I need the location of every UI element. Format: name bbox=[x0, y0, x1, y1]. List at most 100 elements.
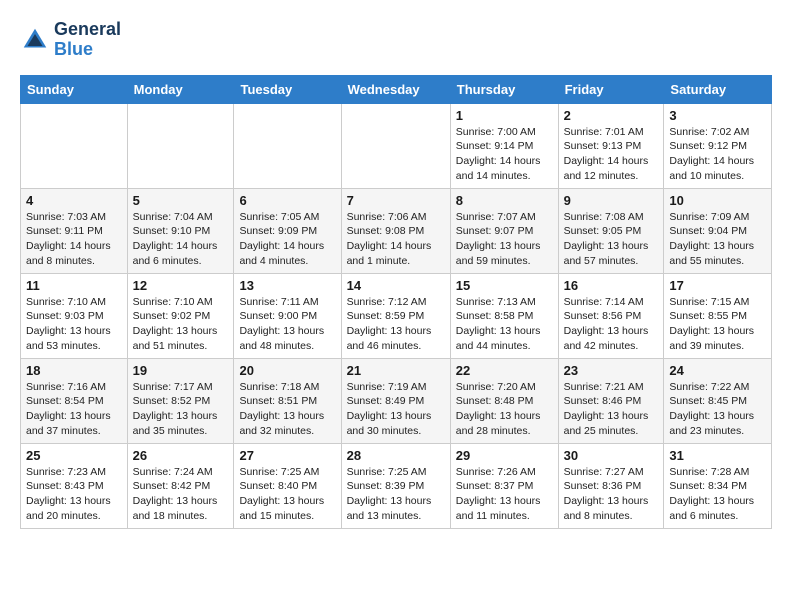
day-number: 24 bbox=[669, 363, 766, 378]
day-number: 15 bbox=[456, 278, 553, 293]
calendar-cell: 7 Sunrise: 7:06 AM Sunset: 9:08 PM Daylig… bbox=[341, 188, 450, 273]
calendar-cell: 24 Sunrise: 7:22 AM Sunset: 8:45 PM Dayli… bbox=[664, 358, 772, 443]
day-info: Sunrise: 7:17 AM Sunset: 8:52 PM Dayligh… bbox=[133, 380, 229, 439]
calendar-cell: 8Sunrise: 7:07 AM Sunset: 9:07 PM Daylig… bbox=[450, 188, 558, 273]
day-info: Sunrise: 7:25 AM Sunset: 8:39 PM Dayligh… bbox=[347, 465, 445, 524]
calendar-cell: 5 Sunrise: 7:04 AM Sunset: 9:10 PM Daylig… bbox=[127, 188, 234, 273]
calendar-cell bbox=[234, 103, 341, 188]
day-info: Sunrise: 7:26 AM Sunset: 8:37 PM Dayligh… bbox=[456, 465, 553, 524]
day-number: 12 bbox=[133, 278, 229, 293]
day-info: Sunrise: 7:01 AM Sunset: 9:13 PM Dayligh… bbox=[564, 125, 659, 184]
weekday-monday: Monday bbox=[127, 75, 234, 103]
day-info: Sunrise: 7:03 AM Sunset: 9:11 PM Dayligh… bbox=[26, 210, 122, 269]
calendar-cell: 18 Sunrise: 7:16 AM Sunset: 8:54 PM Dayli… bbox=[21, 358, 128, 443]
calendar-cell: 29Sunrise: 7:26 AM Sunset: 8:37 PM Dayli… bbox=[450, 443, 558, 528]
day-number: 16 bbox=[564, 278, 659, 293]
calendar-cell: 22 Sunrise: 7:20 AM Sunset: 8:48 PM Dayli… bbox=[450, 358, 558, 443]
day-info: Sunrise: 7:24 AM Sunset: 8:42 PM Dayligh… bbox=[133, 465, 229, 524]
day-info: Sunrise: 7:22 AM Sunset: 8:45 PM Dayligh… bbox=[669, 380, 766, 439]
calendar-cell: 17 Sunrise: 7:15 AM Sunset: 8:55 PM Dayli… bbox=[664, 273, 772, 358]
calendar-cell: 11 Sunrise: 7:10 AM Sunset: 9:03 PM Dayli… bbox=[21, 273, 128, 358]
day-info: Sunrise: 7:13 AM Sunset: 8:58 PM Dayligh… bbox=[456, 295, 553, 354]
calendar-table: SundayMondayTuesdayWednesdayThursdayFrid… bbox=[20, 75, 772, 529]
day-info: Sunrise: 7:09 AM Sunset: 9:04 PM Dayligh… bbox=[669, 210, 766, 269]
calendar-cell: 26 Sunrise: 7:24 AM Sunset: 8:42 PM Dayli… bbox=[127, 443, 234, 528]
day-info: Sunrise: 7:08 AM Sunset: 9:05 PM Dayligh… bbox=[564, 210, 659, 269]
calendar-cell: 30 Sunrise: 7:27 AM Sunset: 8:36 PM Dayli… bbox=[558, 443, 664, 528]
calendar-cell: 12 Sunrise: 7:10 AM Sunset: 9:02 PM Dayli… bbox=[127, 273, 234, 358]
calendar-cell: 23 Sunrise: 7:21 AM Sunset: 8:46 PM Dayli… bbox=[558, 358, 664, 443]
day-number: 13 bbox=[239, 278, 335, 293]
weekday-header-row: SundayMondayTuesdayWednesdayThursdayFrid… bbox=[21, 75, 772, 103]
day-info: Sunrise: 7:23 AM Sunset: 8:43 PM Dayligh… bbox=[26, 465, 122, 524]
day-info: Sunrise: 7:11 AM Sunset: 9:00 PM Dayligh… bbox=[239, 295, 335, 354]
day-number: 6 bbox=[239, 193, 335, 208]
day-number: 5 bbox=[133, 193, 229, 208]
day-info: Sunrise: 7:04 AM Sunset: 9:10 PM Dayligh… bbox=[133, 210, 229, 269]
weekday-thursday: Thursday bbox=[450, 75, 558, 103]
calendar-cell: 27 Sunrise: 7:25 AM Sunset: 8:40 PM Dayli… bbox=[234, 443, 341, 528]
calendar-cell: 31Sunrise: 7:28 AM Sunset: 8:34 PM Dayli… bbox=[664, 443, 772, 528]
day-info: Sunrise: 7:15 AM Sunset: 8:55 PM Dayligh… bbox=[669, 295, 766, 354]
weekday-wednesday: Wednesday bbox=[341, 75, 450, 103]
day-number: 7 bbox=[347, 193, 445, 208]
calendar-cell: 21 Sunrise: 7:19 AM Sunset: 8:49 PM Dayli… bbox=[341, 358, 450, 443]
day-number: 9 bbox=[564, 193, 659, 208]
day-info: Sunrise: 7:28 AM Sunset: 8:34 PM Dayligh… bbox=[669, 465, 766, 524]
logo-icon bbox=[20, 25, 50, 55]
calendar-cell: 16 Sunrise: 7:14 AM Sunset: 8:56 PM Dayli… bbox=[558, 273, 664, 358]
day-info: Sunrise: 7:27 AM Sunset: 8:36 PM Dayligh… bbox=[564, 465, 659, 524]
day-info: Sunrise: 7:10 AM Sunset: 9:03 PM Dayligh… bbox=[26, 295, 122, 354]
day-number: 27 bbox=[239, 448, 335, 463]
logo: General Blue bbox=[20, 20, 121, 60]
day-number: 18 bbox=[26, 363, 122, 378]
day-number: 1 bbox=[456, 108, 553, 123]
day-number: 10 bbox=[669, 193, 766, 208]
logo-text-general: General bbox=[54, 20, 121, 40]
day-info: Sunrise: 7:00 AM Sunset: 9:14 PM Dayligh… bbox=[456, 125, 553, 184]
calendar-cell bbox=[341, 103, 450, 188]
day-info: Sunrise: 7:16 AM Sunset: 8:54 PM Dayligh… bbox=[26, 380, 122, 439]
calendar-cell: 2Sunrise: 7:01 AM Sunset: 9:13 PM Daylig… bbox=[558, 103, 664, 188]
day-info: Sunrise: 7:20 AM Sunset: 8:48 PM Dayligh… bbox=[456, 380, 553, 439]
weekday-tuesday: Tuesday bbox=[234, 75, 341, 103]
logo-text-blue: Blue bbox=[54, 40, 121, 60]
weekday-friday: Friday bbox=[558, 75, 664, 103]
calendar-cell: 9 Sunrise: 7:08 AM Sunset: 9:05 PM Daylig… bbox=[558, 188, 664, 273]
day-info: Sunrise: 7:25 AM Sunset: 8:40 PM Dayligh… bbox=[239, 465, 335, 524]
day-number: 23 bbox=[564, 363, 659, 378]
day-info: Sunrise: 7:18 AM Sunset: 8:51 PM Dayligh… bbox=[239, 380, 335, 439]
calendar-week-1: 1 Sunrise: 7:00 AM Sunset: 9:14 PM Daylig… bbox=[21, 103, 772, 188]
day-info: Sunrise: 7:06 AM Sunset: 9:08 PM Dayligh… bbox=[347, 210, 445, 269]
day-info: Sunrise: 7:19 AM Sunset: 8:49 PM Dayligh… bbox=[347, 380, 445, 439]
page-header: General Blue bbox=[20, 20, 772, 60]
day-number: 22 bbox=[456, 363, 553, 378]
day-number: 21 bbox=[347, 363, 445, 378]
calendar-cell: 3 Sunrise: 7:02 AM Sunset: 9:12 PM Daylig… bbox=[664, 103, 772, 188]
day-number: 3 bbox=[669, 108, 766, 123]
day-number: 26 bbox=[133, 448, 229, 463]
day-number: 17 bbox=[669, 278, 766, 293]
day-info: Sunrise: 7:10 AM Sunset: 9:02 PM Dayligh… bbox=[133, 295, 229, 354]
calendar-cell bbox=[127, 103, 234, 188]
calendar-week-5: 25Sunrise: 7:23 AM Sunset: 8:43 PM Dayli… bbox=[21, 443, 772, 528]
day-number: 11 bbox=[26, 278, 122, 293]
day-number: 20 bbox=[239, 363, 335, 378]
calendar-cell: 19Sunrise: 7:17 AM Sunset: 8:52 PM Dayli… bbox=[127, 358, 234, 443]
calendar-cell: 15 Sunrise: 7:13 AM Sunset: 8:58 PM Dayli… bbox=[450, 273, 558, 358]
calendar-week-2: 4Sunrise: 7:03 AM Sunset: 9:11 PM Daylig… bbox=[21, 188, 772, 273]
calendar-cell: 25Sunrise: 7:23 AM Sunset: 8:43 PM Dayli… bbox=[21, 443, 128, 528]
weekday-saturday: Saturday bbox=[664, 75, 772, 103]
day-number: 8 bbox=[456, 193, 553, 208]
calendar-week-3: 11 Sunrise: 7:10 AM Sunset: 9:03 PM Dayli… bbox=[21, 273, 772, 358]
calendar-cell: 4Sunrise: 7:03 AM Sunset: 9:11 PM Daylig… bbox=[21, 188, 128, 273]
day-info: Sunrise: 7:21 AM Sunset: 8:46 PM Dayligh… bbox=[564, 380, 659, 439]
calendar-cell: 1 Sunrise: 7:00 AM Sunset: 9:14 PM Daylig… bbox=[450, 103, 558, 188]
day-number: 30 bbox=[564, 448, 659, 463]
day-info: Sunrise: 7:14 AM Sunset: 8:56 PM Dayligh… bbox=[564, 295, 659, 354]
calendar-cell bbox=[21, 103, 128, 188]
weekday-sunday: Sunday bbox=[21, 75, 128, 103]
day-info: Sunrise: 7:02 AM Sunset: 9:12 PM Dayligh… bbox=[669, 125, 766, 184]
calendar-cell: 10 Sunrise: 7:09 AM Sunset: 9:04 PM Dayli… bbox=[664, 188, 772, 273]
calendar-cell: 14Sunrise: 7:12 AM Sunset: 8:59 PM Dayli… bbox=[341, 273, 450, 358]
